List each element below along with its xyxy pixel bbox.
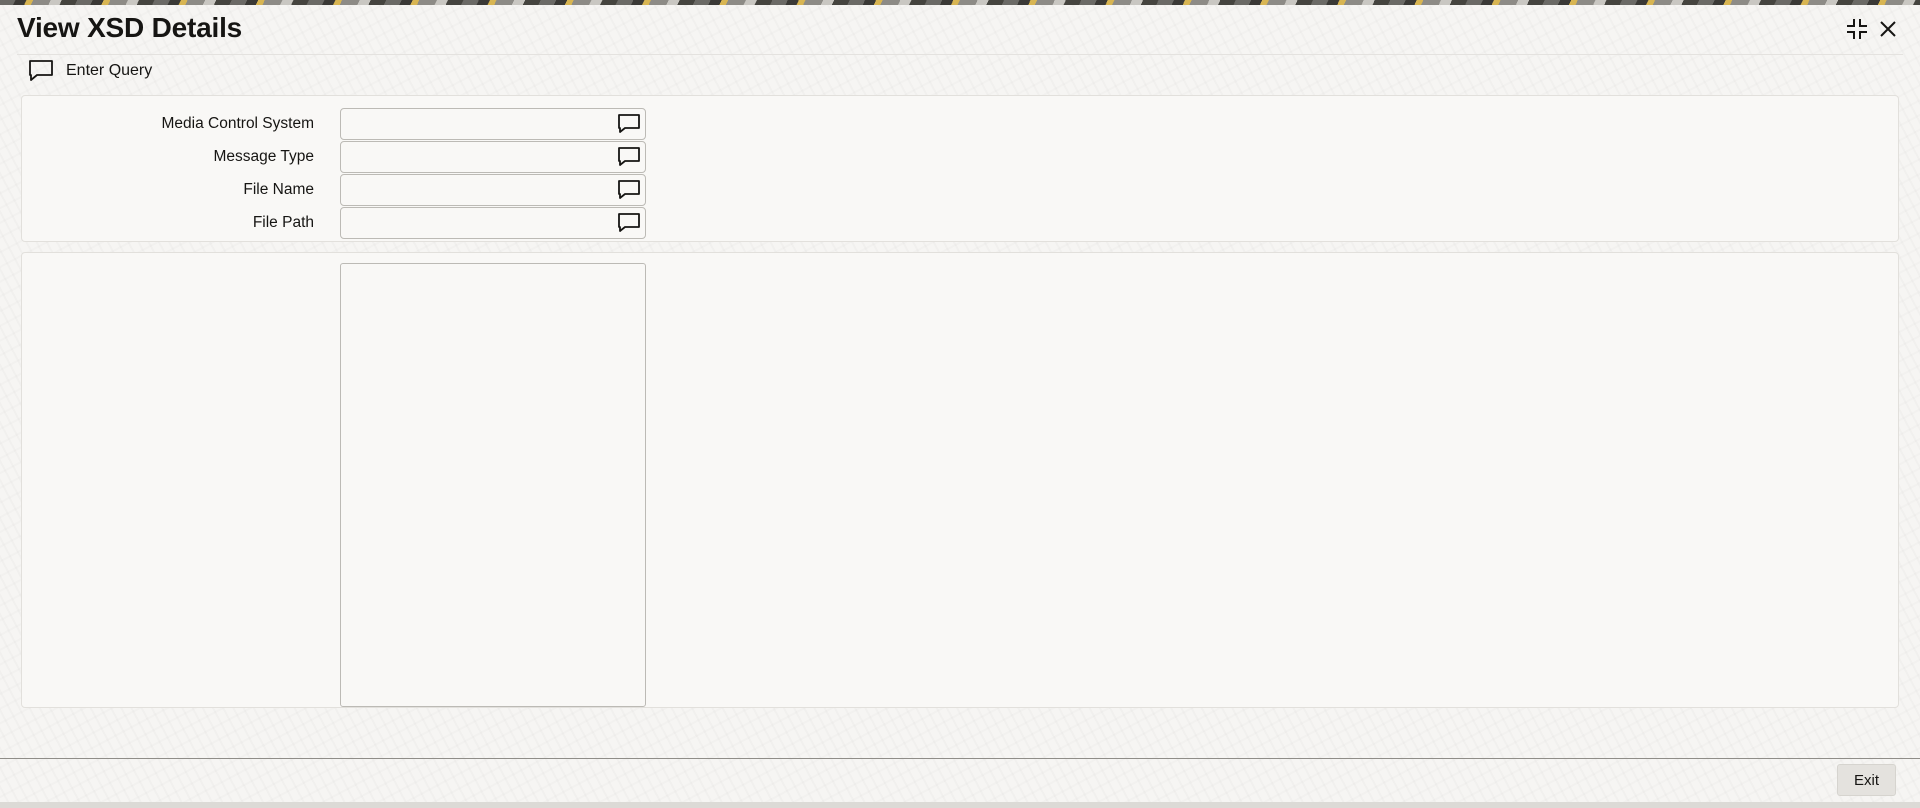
- file-name-field: [340, 174, 646, 206]
- file-path-input[interactable]: [341, 208, 617, 238]
- message-type-input[interactable]: [341, 142, 617, 172]
- footer-divider: [0, 758, 1920, 759]
- minimize-button[interactable]: [1844, 16, 1870, 42]
- file-name-label: File Name: [243, 181, 314, 198]
- close-button[interactable]: [1875, 16, 1901, 42]
- enter-query-button[interactable]: Enter Query: [28, 59, 152, 83]
- query-fields-panel: Media Control System Message Type File N…: [21, 95, 1899, 242]
- enter-query-label: Enter Query: [66, 62, 153, 79]
- minimize-icon: [1845, 17, 1869, 41]
- field-row-file-name: File Name: [22, 174, 722, 206]
- file-name-lookup-icon[interactable]: [616, 178, 642, 202]
- file-path-label: File Path: [252, 214, 314, 231]
- decorative-header-strip: [0, 0, 1920, 5]
- bottom-edge: [0, 802, 1920, 808]
- page-title: View XSD Details: [17, 12, 243, 43]
- exit-button[interactable]: Exit: [1837, 764, 1896, 796]
- media-control-system-lookup-icon[interactable]: [616, 112, 642, 136]
- message-type-field: [340, 141, 646, 173]
- field-row-message-type: Message Type: [22, 141, 722, 173]
- title-divider: [17, 54, 1903, 55]
- xsd-content-panel: [21, 252, 1899, 708]
- file-name-input[interactable]: [341, 175, 617, 205]
- file-path-field: [340, 207, 646, 239]
- xsd-content-textarea[interactable]: [340, 263, 646, 707]
- field-row-media-control-system: Media Control System: [22, 108, 722, 140]
- file-path-lookup-icon[interactable]: [616, 211, 642, 235]
- close-icon: [1878, 19, 1898, 39]
- view-xsd-details-window: View XSD Details Enter Query Media Contr…: [0, 0, 1920, 808]
- message-type-lookup-icon[interactable]: [616, 145, 642, 169]
- message-type-label: Message Type: [213, 148, 314, 165]
- media-control-system-field: [340, 108, 646, 140]
- media-control-system-label: Media Control System: [161, 115, 314, 132]
- media-control-system-input[interactable]: [341, 109, 617, 139]
- speech-bubble-icon: [28, 59, 54, 83]
- field-row-file-path: File Path: [22, 207, 722, 239]
